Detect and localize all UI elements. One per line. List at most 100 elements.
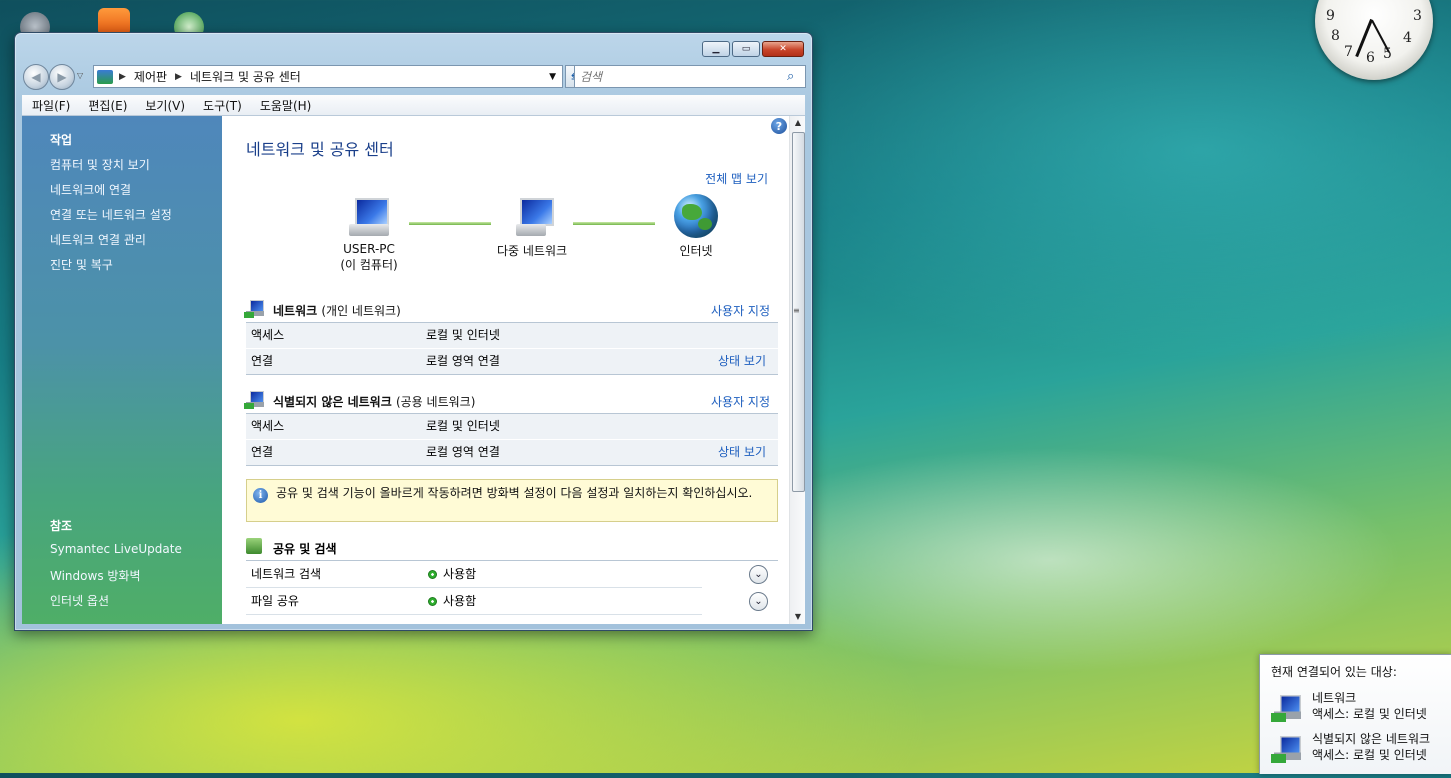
tray-network-item[interactable]: 식별되지 않은 네트워크 액세스: 로컬 및 인터넷	[1270, 730, 1450, 766]
tray-network-item[interactable]: 네트워크 액세스: 로컬 및 인터넷	[1270, 689, 1450, 725]
vertical-scrollbar[interactable]: ▲ ≡ ▼	[789, 116, 805, 624]
network-header: 네트워크 (개인 네트워크) 사용자 지정	[244, 300, 770, 320]
menu-tools[interactable]: 도구(T)	[193, 97, 250, 114]
menu-file[interactable]: 파일(F)	[22, 97, 78, 114]
full-map-link[interactable]: 전체 맵 보기	[705, 170, 768, 187]
see-also-firewall[interactable]: Windows 방화벽	[50, 567, 141, 584]
sharing-icon	[246, 538, 262, 554]
computer-sub: (이 컴퓨터)	[340, 258, 398, 272]
menu-help[interactable]: 도움말(H)	[250, 97, 320, 114]
network-name: 식별되지 않은 네트워크 (공용 네트워크)	[273, 395, 476, 409]
firewall-info-bar: i 공유 및 검색 기능이 올바르게 작동하려면 방화벽 설정이 다음 설정과 …	[246, 479, 778, 522]
setting-value: 사용함	[443, 567, 477, 581]
clock-gadget[interactable]: 3 4 5 6 7 8 9	[1315, 0, 1433, 80]
back-button[interactable]: ◀	[23, 64, 49, 90]
see-also-liveupdate[interactable]: Symantec LiveUpdate	[50, 542, 182, 556]
menu-bar: 파일(F) 편집(E) 보기(V) 도구(T) 도움말(H)	[22, 95, 805, 116]
tray-network-access: 액세스: 로컬 및 인터넷	[1312, 748, 1427, 762]
map-node-multiple-networks[interactable]: 다중 네트워크	[487, 196, 577, 259]
task-manage-connections[interactable]: 네트워크 연결 관리	[50, 231, 146, 248]
history-dropdown-icon[interactable]: ▽	[77, 71, 83, 80]
breadcrumb-control-panel[interactable]: 제어판	[134, 68, 167, 85]
detail-value: 로컬 및 인터넷	[426, 419, 500, 433]
close-button[interactable]: ✕	[762, 41, 804, 57]
caption-buttons: ▁ ▭ ✕	[702, 41, 804, 57]
map-connection-line	[409, 222, 491, 225]
network-sharing-center-window: ▁ ▭ ✕ ◀ ▶ ▽ ▶ 제어판 ▶ 네트워크 및 공유 센터 ▼ ⇆ ⌕ 파…	[14, 32, 813, 631]
address-bar[interactable]: ▶ 제어판 ▶ 네트워크 및 공유 센터 ▼	[93, 65, 563, 88]
view-status-link[interactable]: 상태 보기	[718, 440, 766, 465]
sharing-settings: 네트워크 검색 사용함 ⌄ 파일 공유 사용함 ⌄	[246, 560, 778, 615]
address-dropdown-icon[interactable]: ▼	[549, 72, 556, 82]
map-connection-line	[573, 222, 655, 225]
menu-view[interactable]: 보기(V)	[135, 97, 193, 114]
customize-link[interactable]: 사용자 지정	[711, 393, 770, 410]
map-node-internet[interactable]: 인터넷	[662, 194, 730, 259]
detail-row: 액세스 로컬 및 인터넷	[246, 323, 778, 348]
task-pane: 작업 컴퓨터 및 장치 보기 네트워크에 연결 연결 또는 네트워크 설정 네트…	[22, 116, 222, 624]
network-header: 식별되지 않은 네트워크 (공용 네트워크) 사용자 지정	[244, 391, 770, 411]
content-area: 작업 컴퓨터 및 장치 보기 네트워크에 연결 연결 또는 네트워크 설정 네트…	[22, 116, 805, 624]
task-diagnose-repair[interactable]: 진단 및 복구	[50, 256, 113, 273]
scroll-up-icon[interactable]: ▲	[790, 116, 805, 130]
breadcrumb-separator-icon[interactable]: ▶	[175, 72, 182, 82]
detail-row: 연결 로컬 영역 연결 상태 보기	[246, 439, 778, 465]
detail-row: 연결 로컬 영역 연결 상태 보기	[246, 348, 778, 374]
status-on-icon	[428, 597, 437, 606]
customize-link[interactable]: 사용자 지정	[711, 302, 770, 319]
search-input[interactable]	[575, 68, 787, 85]
search-icon[interactable]: ⌕	[787, 69, 805, 84]
detail-row: 액세스 로컬 및 인터넷	[246, 414, 778, 439]
tray-network-access: 액세스: 로컬 및 인터넷	[1312, 707, 1427, 721]
task-view-computers[interactable]: 컴퓨터 및 장치 보기	[50, 156, 150, 173]
expand-chevron-icon[interactable]: ⌄	[749, 592, 768, 611]
minimize-button[interactable]: ▁	[702, 41, 730, 57]
tray-header: 현재 연결되어 있는 대상:	[1271, 665, 1397, 679]
status-on-icon	[428, 570, 437, 579]
globe-icon	[674, 194, 718, 238]
internet-label: 인터넷	[679, 244, 713, 258]
maximize-button[interactable]: ▭	[732, 41, 760, 57]
menu-edit[interactable]: 편집(E)	[78, 97, 135, 114]
forward-button[interactable]: ▶	[49, 64, 75, 90]
view-status-link[interactable]: 상태 보기	[718, 349, 766, 374]
network-details: 액세스 로컬 및 인터넷 연결 로컬 영역 연결 상태 보기	[246, 413, 778, 466]
detail-value: 로컬 및 인터넷	[426, 328, 500, 342]
network-tray-popup: 현재 연결되어 있는 대상: 네트워크 액세스: 로컬 및 인터넷 식별되지 않…	[1259, 654, 1451, 774]
control-panel-icon	[97, 69, 113, 84]
detail-value: 로컬 영역 연결	[426, 354, 500, 368]
tray-network-name: 식별되지 않은 네트워크	[1312, 732, 1431, 746]
see-also-heading: 참조	[50, 519, 73, 533]
page-title: 네트워크 및 공유 센터	[246, 140, 394, 159]
computer-name: USER-PC	[343, 242, 395, 256]
breadcrumb-separator-icon[interactable]: ▶	[119, 72, 126, 82]
detail-label: 연결	[251, 354, 274, 368]
sharing-row-file-sharing: 파일 공유 사용함 ⌄	[246, 588, 778, 615]
detail-label: 연결	[251, 445, 274, 459]
detail-label: 액세스	[251, 419, 285, 433]
network-name: 네트워크 (개인 네트워크)	[273, 304, 401, 318]
sharing-row-network-discovery: 네트워크 검색 사용함 ⌄	[246, 561, 778, 588]
network-details: 액세스 로컬 및 인터넷 연결 로컬 영역 연결 상태 보기	[246, 322, 778, 375]
main-pane: ? 네트워크 및 공유 센터 전체 맵 보기 USER-PC (이 컴퓨터) 다…	[222, 116, 789, 624]
network-icon	[244, 300, 266, 318]
multiple-networks-label: 다중 네트워크	[496, 244, 568, 258]
network-icon	[244, 391, 266, 409]
breadcrumb-network-center[interactable]: 네트워크 및 공유 센터	[190, 68, 301, 85]
scroll-down-icon[interactable]: ▼	[790, 610, 805, 624]
tasks-heading: 작업	[50, 133, 73, 147]
task-setup-connection[interactable]: 연결 또는 네트워크 설정	[50, 206, 172, 223]
networks-icon	[510, 196, 554, 238]
setting-value: 사용함	[443, 594, 477, 608]
scroll-grip-icon: ≡	[793, 306, 800, 315]
help-icon[interactable]: ?	[771, 118, 787, 134]
detail-value: 로컬 영역 연결	[426, 445, 500, 459]
computer-icon	[347, 196, 391, 238]
map-node-computer[interactable]: USER-PC (이 컴퓨터)	[334, 196, 404, 273]
see-also-internet-options[interactable]: 인터넷 옵션	[50, 592, 109, 609]
task-connect-network[interactable]: 네트워크에 연결	[50, 181, 131, 198]
setting-label: 파일 공유	[251, 594, 299, 608]
detail-label: 액세스	[251, 328, 285, 342]
expand-chevron-icon[interactable]: ⌄	[749, 565, 768, 584]
navigation-bar: ◀ ▶ ▽ ▶ 제어판 ▶ 네트워크 및 공유 센터 ▼ ⇆ ⌕	[23, 63, 806, 90]
